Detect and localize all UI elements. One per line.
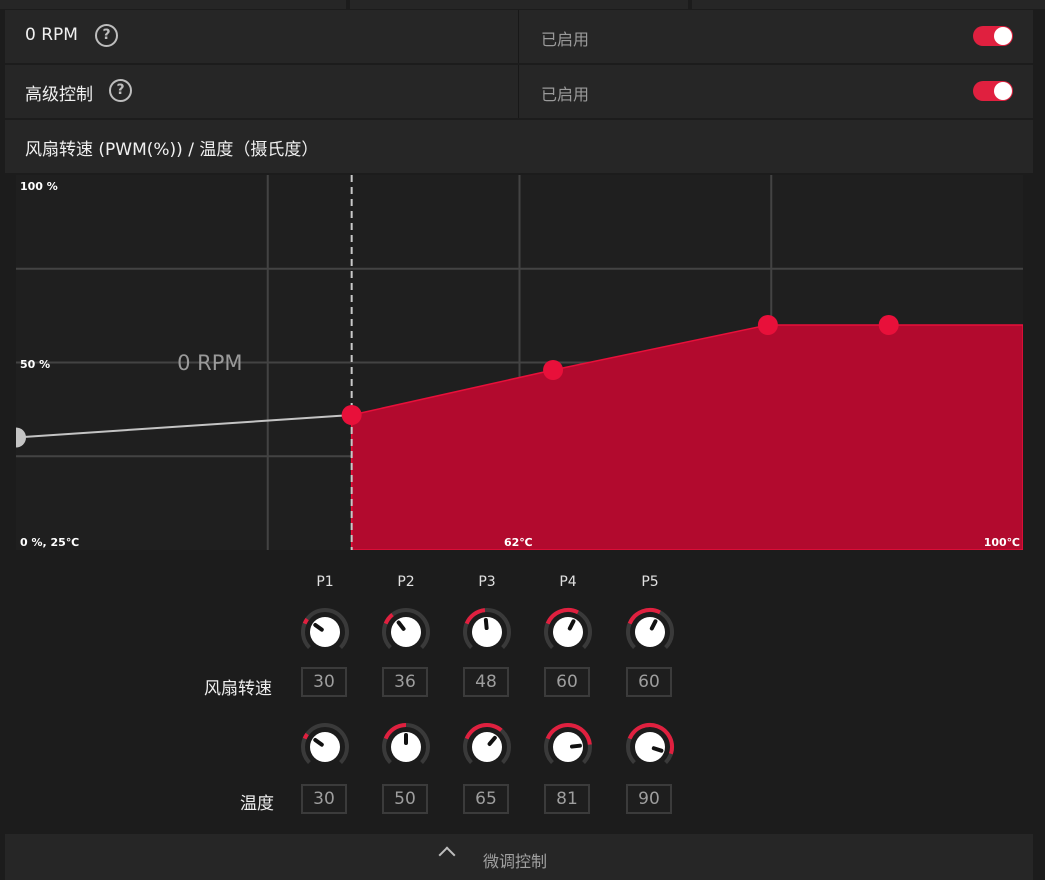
- fine-tune-control-label: 微调控制: [483, 852, 548, 871]
- knob-face: [310, 732, 340, 762]
- point-label-p5: P5: [641, 574, 659, 590]
- fan-speed-value-p2[interactable]: 36: [382, 667, 428, 697]
- y-tick-origin: 0 %, 25℃: [20, 536, 79, 549]
- zero-rpm-row: 0 RPM ? 已启用: [5, 10, 1033, 63]
- help-icon[interactable]: ?: [109, 79, 132, 102]
- x-tick-100: 100℃: [984, 536, 1020, 549]
- zero-rpm-state: 已启用: [541, 30, 590, 49]
- temperature-knob-p1[interactable]: [300, 722, 350, 772]
- chart-title: 风扇转速 (PWM(%)) / 温度（摄氏度）: [25, 140, 319, 160]
- knob-value-arc: [302, 617, 309, 625]
- point-label-p4: P4: [559, 574, 577, 590]
- knob-pointer: [569, 743, 582, 749]
- knob-face: [635, 617, 665, 647]
- fan-speed-value-p3[interactable]: 48: [463, 667, 509, 697]
- knob-value-arc: [383, 613, 394, 625]
- temperature-knob-p4[interactable]: [543, 722, 593, 772]
- chevron-up-icon: [438, 846, 456, 864]
- temperature-value-p3[interactable]: 65: [463, 784, 509, 814]
- help-icon[interactable]: ?: [95, 24, 118, 47]
- curve-point-p1: [341, 405, 362, 425]
- curve-point-p3: [757, 315, 778, 335]
- curve-point-p2: [543, 360, 564, 380]
- x-tick-62: 62℃: [504, 536, 533, 549]
- temperature-knob-p2[interactable]: [381, 722, 431, 772]
- point-label-p1: P1: [316, 574, 334, 590]
- temperature-knob-p3[interactable]: [462, 722, 512, 772]
- knob-face: [310, 617, 340, 647]
- fan-speed-value-p4[interactable]: 60: [544, 667, 590, 697]
- temperature-value-p5[interactable]: 90: [626, 784, 672, 814]
- knob-pointer: [651, 746, 664, 753]
- point-label-p3: P3: [478, 574, 496, 590]
- advanced-control-toggle[interactable]: [973, 81, 1013, 101]
- fan-speed-value-p5[interactable]: 60: [626, 667, 672, 697]
- knob-face: [635, 732, 665, 762]
- fan-speed-knob-p2[interactable]: [381, 607, 431, 657]
- fan-speed-knob-p1[interactable]: [300, 607, 350, 657]
- point-label-p2: P2: [397, 574, 415, 590]
- fan-speed-value-p1[interactable]: 30: [301, 667, 347, 697]
- fan-speed-row-label: 风扇转速: [204, 679, 272, 699]
- knob-face: [472, 732, 502, 762]
- temperature-value-p2[interactable]: 50: [382, 784, 428, 814]
- fan-speed-knob-p3[interactable]: [462, 607, 512, 657]
- fine-tune-control-toggle[interactable]: 微调控制: [5, 834, 1033, 880]
- advanced-control-state: 已启用: [541, 85, 590, 104]
- temperature-value-p4[interactable]: 81: [544, 784, 590, 814]
- toggle-knob: [994, 27, 1012, 45]
- zero-rpm-chart-label: 0 RPM: [177, 351, 242, 375]
- knob-face: [391, 617, 421, 647]
- fan-curve-chart[interactable]: 0 RPM 100 % 50 % 0 %, 25℃ 62℃ 100℃: [16, 175, 1023, 550]
- knob-pointer: [483, 618, 489, 631]
- temperature-row-label: 温度: [240, 794, 274, 814]
- curve-point-p4: [878, 315, 899, 335]
- chart-header: 风扇转速 (PWM(%)) / 温度（摄氏度）: [5, 120, 1033, 173]
- y-tick-50: 50 %: [20, 358, 50, 371]
- knob-face: [553, 617, 583, 647]
- advanced-control-label: 高级控制: [25, 85, 93, 105]
- zero-rpm-label: 0 RPM: [25, 25, 78, 45]
- y-tick-100: 100 %: [20, 180, 58, 193]
- zero-rpm-toggle[interactable]: [973, 26, 1013, 46]
- fan-speed-knob-p4[interactable]: [543, 607, 593, 657]
- temperature-value-p1[interactable]: 30: [301, 784, 347, 814]
- advanced-control-row: 高级控制 ? 已启用: [5, 65, 1033, 118]
- temperature-knob-p5[interactable]: [625, 722, 675, 772]
- toggle-knob: [994, 82, 1012, 100]
- knob-value-arc: [302, 732, 309, 740]
- fan-speed-knob-p5[interactable]: [625, 607, 675, 657]
